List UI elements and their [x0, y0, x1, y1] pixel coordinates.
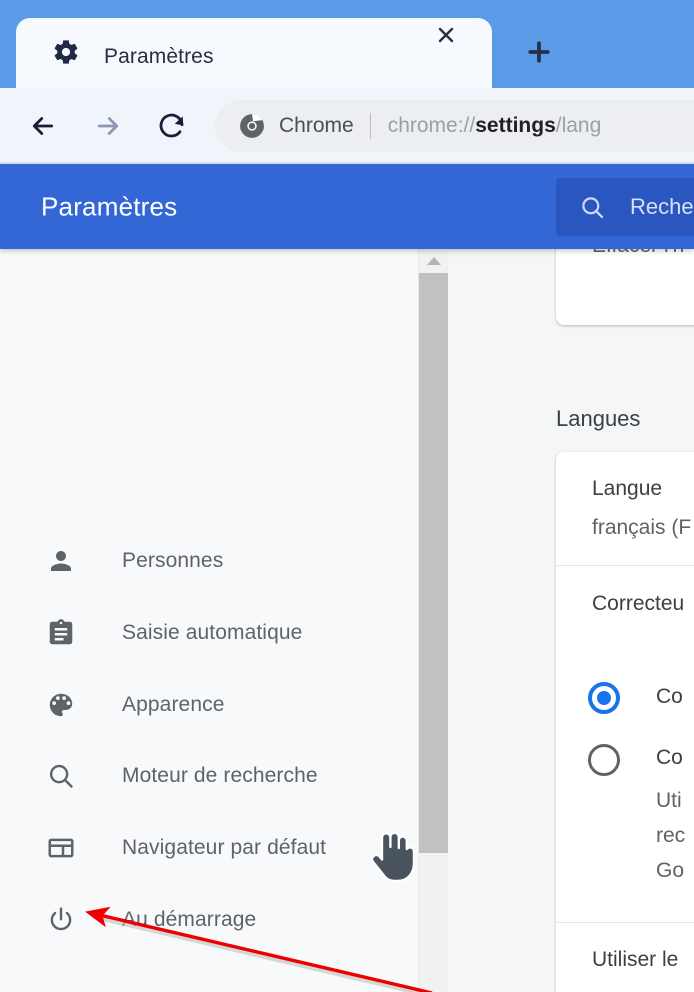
sidebar-item-label: Moteur de recherche: [122, 764, 318, 787]
spellcheck-desc-line2: rec: [656, 824, 686, 847]
spellcheck-option-enhanced-radio[interactable]: [588, 744, 620, 776]
search-input[interactable]: Reche: [556, 178, 694, 236]
settings-sidebar: Personnes Saisie automatique Apparence M…: [0, 249, 418, 992]
spellcheck-option-basic-label: Co: [656, 685, 683, 708]
spellcheck-desc-line3: Go: [656, 859, 685, 882]
sidebar-item-label: Apparence: [122, 693, 225, 716]
omnibox-url: chrome://settings/lang: [388, 114, 602, 138]
chrome-logo-icon: [239, 113, 265, 139]
sidebar-item-label: Navigateur par défaut: [122, 836, 327, 859]
sidebar-item-personnes[interactable]: Personnes: [0, 535, 418, 587]
tab-parametres[interactable]: Paramètres: [16, 18, 492, 88]
palette-icon: [44, 688, 78, 722]
search-icon: [44, 759, 78, 793]
scrollbar-thumb[interactable]: [419, 273, 448, 853]
url-prefix: chrome://: [387, 114, 476, 137]
sidebar-item-apparence[interactable]: Apparence: [0, 679, 418, 731]
sidebar-item-au-demarrage[interactable]: Au démarrage: [0, 894, 418, 946]
search-placeholder-text: Reche: [630, 194, 694, 219]
card-divider-2: [556, 922, 694, 923]
omnibox-chip-label: Chrome: [279, 114, 354, 137]
settings-body: Personnes Saisie automatique Apparence M…: [0, 249, 694, 992]
languages-section-title: Langues: [556, 406, 641, 431]
spellcheck-desc-line1: Uti: [656, 789, 682, 812]
page-title: Paramètres: [41, 191, 178, 222]
tab-title: Paramètres: [104, 45, 214, 68]
sidebar-scrollbar[interactable]: [418, 249, 448, 992]
card-divider: [556, 565, 694, 566]
gear-icon: [52, 38, 80, 66]
spellcheck-option-enhanced-label: Co: [656, 746, 683, 769]
clipboard-icon: [44, 616, 78, 650]
settings-content: Effacer le Effacer l'h Langues Langue fr…: [448, 249, 694, 992]
power-icon: [44, 903, 78, 937]
plus-icon[interactable]: [519, 32, 559, 72]
browser-toolbar: Chrome chrome://settings/lang: [0, 88, 694, 164]
arrow-right-icon: [87, 105, 129, 147]
omnibox-divider: [369, 113, 371, 139]
languages-card: Langue français (F Correcteu Co Co Uti r…: [556, 452, 694, 992]
sidebar-item-label: Au démarrage: [122, 908, 257, 931]
url-path: /lang: [555, 114, 602, 137]
sidebar-section-advanced[interactable]: Paramètres avancés: [0, 980, 418, 992]
sidebar-item-label: Saisie automatique: [122, 621, 303, 644]
sidebar-item-navigateur-par-defaut[interactable]: Navigateur par défaut: [0, 822, 418, 874]
sidebar-item-label: Personnes: [122, 549, 224, 572]
arrow-left-icon[interactable]: [22, 105, 64, 147]
sidebar-item-moteur-de-recherche[interactable]: Moteur de recherche: [0, 750, 418, 802]
clear-history-card: Effacer le Effacer l'h: [556, 249, 694, 325]
spellcheck-option-basic-radio[interactable]: [588, 682, 620, 714]
browser-window: Paramètres Chrome chrome://settings/lang…: [0, 0, 694, 992]
url-host: settings: [475, 114, 556, 137]
clear-history-label[interactable]: Effacer l'h: [592, 249, 684, 258]
language-row-value[interactable]: français (F: [592, 516, 691, 540]
close-icon[interactable]: [429, 18, 463, 52]
browser-window-icon: [44, 831, 78, 865]
translate-row-label: Utiliser le: [592, 948, 679, 971]
tab-strip: Paramètres: [0, 0, 694, 88]
triangle-up-icon[interactable]: [419, 249, 448, 273]
person-icon: [44, 544, 78, 578]
search-icon: [578, 193, 606, 221]
language-row-label: Langue: [592, 477, 663, 500]
reload-icon[interactable]: [151, 105, 193, 147]
sidebar-item-saisie-automatique[interactable]: Saisie automatique: [0, 607, 418, 659]
address-bar[interactable]: Chrome chrome://settings/lang: [215, 100, 694, 152]
spellcheck-title: Correcteu: [592, 592, 685, 615]
